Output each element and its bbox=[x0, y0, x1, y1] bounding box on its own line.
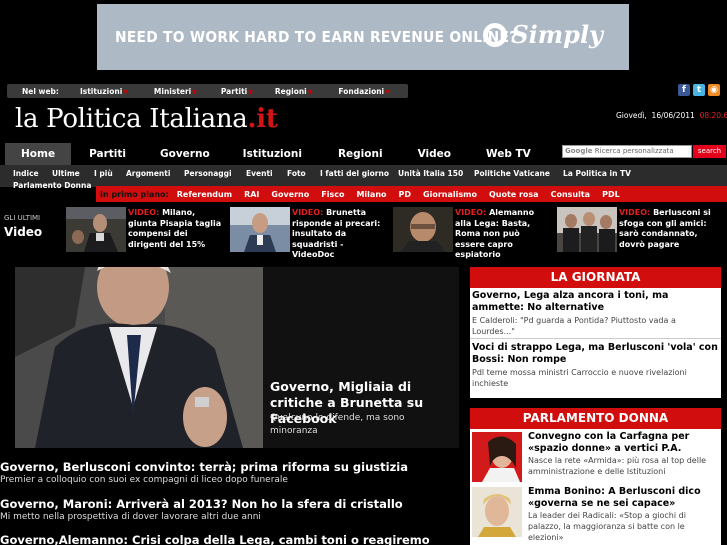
primo-piano-label: In primo piano: bbox=[100, 189, 169, 199]
nav-web-tv[interactable]: Web TV bbox=[451, 143, 531, 165]
latest-videos-small-label: GLI ULTIMI bbox=[4, 214, 41, 222]
ad-brand-logo: Simply bbox=[483, 20, 603, 49]
dropdown-arrow-icon: ▼ bbox=[248, 88, 253, 96]
dropdown-arrow-icon: ▼ bbox=[123, 88, 128, 96]
primo-link-rai[interactable]: RAI bbox=[244, 190, 259, 199]
latest-videos-label: Video bbox=[4, 225, 43, 239]
subnav-ultime[interactable]: Ultime bbox=[52, 169, 80, 178]
nav-partiti[interactable]: Partiti bbox=[71, 143, 126, 165]
bonino-photo[interactable] bbox=[472, 487, 522, 537]
parlamento-item[interactable]: Convegno con la Carfagna per «spazio don… bbox=[528, 431, 720, 477]
carfagna-photo[interactable] bbox=[472, 432, 522, 482]
facebook-icon[interactable]: f bbox=[678, 84, 690, 96]
headline-item[interactable]: Governo,Alemanno: Crisi colpa della Lega… bbox=[0, 533, 460, 545]
web-link-partiti[interactable]: Partiti▼ bbox=[221, 87, 253, 96]
nav-regioni[interactable]: Regioni bbox=[302, 143, 383, 165]
web-link-istituzioni[interactable]: Istituzioni▼ bbox=[80, 87, 128, 96]
hero-subtitle: Qualcuno lo difende, ma sono minoranza bbox=[270, 413, 405, 436]
subnav-fatti-del-giorno[interactable]: I fatti del giorno bbox=[320, 169, 389, 178]
giornata-header: LA GIORNATA bbox=[470, 267, 721, 288]
search-brand: Google bbox=[565, 147, 593, 155]
current-time: 08.20.6 bbox=[699, 111, 727, 120]
hero-photo bbox=[15, 267, 263, 448]
primo-link-quote-rosa[interactable]: Quote rosa bbox=[489, 190, 539, 199]
ad-banner-area: NEED TO WORK HARD TO EARN REVENUE ONLINE… bbox=[0, 0, 727, 74]
headline-title[interactable]: Governo, Berlusconi convinto: terrà; pri… bbox=[0, 460, 460, 474]
subnav-politica-in-tv[interactable]: La Politica in TV bbox=[563, 169, 631, 178]
dropdown-arrow-icon: ▼ bbox=[307, 88, 313, 96]
primo-link-pd[interactable]: PD bbox=[399, 190, 412, 199]
brand-ring-icon bbox=[483, 22, 508, 47]
nav-home[interactable]: Home bbox=[5, 143, 72, 165]
subnav-personaggi[interactable]: Personaggi bbox=[184, 169, 232, 178]
video-item-4[interactable]: VIDEO: Berlusconi si sfoga con gli amici… bbox=[619, 208, 713, 250]
subnav-eventi[interactable]: Eventi bbox=[246, 169, 273, 178]
web-link-ministeri[interactable]: Ministeri▼ bbox=[154, 87, 197, 96]
subnav-parlamento-donna[interactable]: Parlamento Donna bbox=[13, 181, 91, 190]
subnav-argomenti[interactable]: Argomenti bbox=[126, 169, 170, 178]
headline-summary: Premier a colloquio con suoi ex compagni… bbox=[0, 475, 288, 485]
ad-banner-text: NEED TO WORK HARD TO EARN REVENUE ONLINE… bbox=[115, 28, 518, 46]
in-primo-piano-bar: In primo piano: Referendum RAI Governo F… bbox=[96, 186, 727, 202]
web-links-label: Nel web: bbox=[22, 86, 59, 96]
parlamento-item[interactable]: Emma Bonino: A Berlusconi dico «governa … bbox=[528, 486, 720, 543]
subnav-foto[interactable]: Foto bbox=[287, 169, 306, 178]
subnav-politiche-vaticane[interactable]: Politiche Vaticane bbox=[474, 169, 550, 178]
giornata-item[interactable]: Governo, Lega alza ancora i toni, ma amm… bbox=[470, 290, 721, 337]
primo-link-fisco[interactable]: Fisco bbox=[321, 190, 344, 199]
primo-link-milano[interactable]: Milano bbox=[356, 190, 386, 199]
twitter-icon[interactable]: t bbox=[693, 84, 705, 96]
dropdown-arrow-icon: ▼ bbox=[385, 88, 390, 96]
dropdown-arrow-icon: ▼ bbox=[192, 88, 197, 96]
nav-video[interactable]: Video bbox=[383, 143, 451, 165]
primo-link-giornalismo[interactable]: Giornalismo bbox=[423, 190, 477, 199]
web-link-regioni[interactable]: Regioni▼ bbox=[275, 87, 313, 96]
nav-governo[interactable]: Governo bbox=[126, 143, 210, 165]
video-thumbnail[interactable] bbox=[66, 207, 126, 252]
main-nav: Home Partiti Governo Istituzioni Regioni… bbox=[5, 143, 531, 165]
subnav-i-piu[interactable]: I più bbox=[94, 169, 113, 178]
video-item-3[interactable]: VIDEO: Alemanno alla Lega: Basta, Roma n… bbox=[455, 208, 549, 261]
subnav-unita-italia[interactable]: Unità Italia 150 bbox=[398, 169, 463, 178]
web-link-fondazioni[interactable]: Fondazioni▼ bbox=[338, 87, 389, 96]
headline-item[interactable]: Governo, Berlusconi convinto: terrà; pri… bbox=[0, 460, 460, 486]
nav-istituzioni[interactable]: Istituzioni bbox=[210, 143, 302, 165]
site-tld: .it bbox=[247, 104, 278, 134]
subnav-indice[interactable]: Indice bbox=[13, 169, 39, 178]
video-item-1[interactable]: VIDEO: Milano, giunta Pisapia taglia com… bbox=[128, 208, 222, 250]
primo-link-consulta[interactable]: Consulta bbox=[551, 190, 590, 199]
sub-nav: Indice Ultime I più Argomenti Personaggi… bbox=[0, 165, 727, 190]
site-logo[interactable]: la Politica Italiana.it bbox=[15, 104, 278, 134]
headline-summary: Mi metto nella prospettiva di dover lavo… bbox=[0, 512, 261, 522]
giornata-item[interactable]: Voci di strappo Lega, ma Berlusconi 'vol… bbox=[470, 342, 721, 389]
ad-banner[interactable]: NEED TO WORK HARD TO EARN REVENUE ONLINE… bbox=[97, 4, 629, 70]
rss-icon[interactable]: ◉ bbox=[708, 84, 720, 96]
video-thumbnail[interactable] bbox=[230, 207, 290, 252]
video-thumbnail[interactable] bbox=[393, 207, 453, 252]
headline-title[interactable]: Governo, Maroni: Arriverà al 2013? Non h… bbox=[0, 497, 460, 511]
ad-brand-name: Simply bbox=[511, 20, 603, 49]
search-input[interactable]: Google Ricerca personalizzata bbox=[562, 145, 692, 158]
current-date: Giovedì, 16/06/2011 08.20.6 bbox=[616, 111, 727, 120]
video-thumbnail[interactable] bbox=[557, 207, 617, 252]
video-item-2[interactable]: VIDEO: Brunetta risponde ai precari: ins… bbox=[292, 208, 386, 261]
parlamento-donna-header: PARLAMENTO DONNA bbox=[470, 408, 721, 429]
primo-link-governo[interactable]: Governo bbox=[271, 190, 309, 199]
headline-title[interactable]: Governo,Alemanno: Crisi colpa della Lega… bbox=[0, 533, 460, 545]
headline-item[interactable]: Governo, Maroni: Arriverà al 2013? Non h… bbox=[0, 497, 460, 523]
site-name: la Politica Italiana bbox=[15, 104, 248, 134]
primo-link-referendum[interactable]: Referendum bbox=[177, 190, 232, 199]
web-links-bar: Nel web: Istituzioni▼ Ministeri▼ Partiti… bbox=[7, 84, 408, 98]
search-placeholder: Ricerca personalizzata bbox=[594, 147, 674, 155]
search-button[interactable]: search bbox=[693, 145, 726, 158]
primo-link-pdl[interactable]: PDL bbox=[602, 190, 620, 199]
